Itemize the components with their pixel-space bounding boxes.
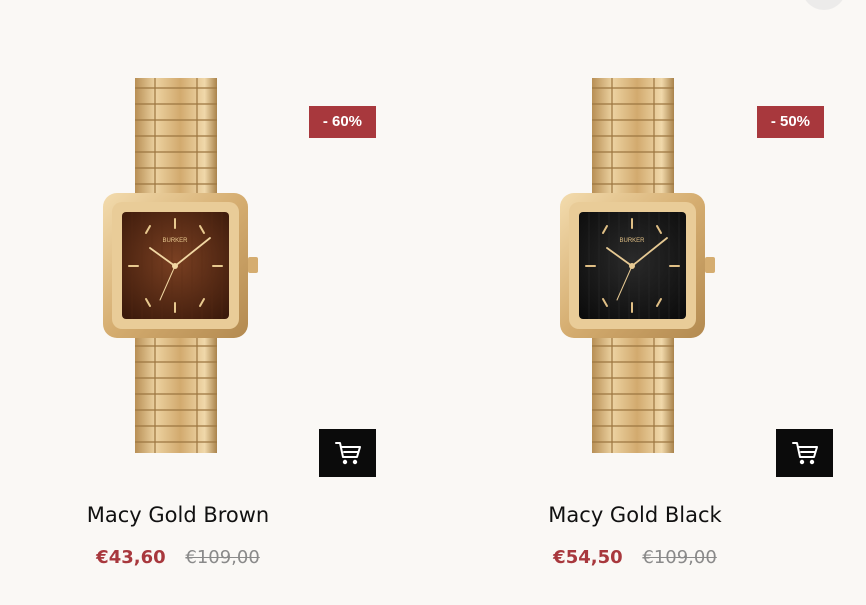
- sale-price: €54,50: [553, 547, 623, 568]
- product-card[interactable]: BURKER - 60% Macy Gold Brown €43,60 €109…: [0, 0, 400, 605]
- product-grid: BURKER - 60% Macy Gold Brown €43,60 €109…: [0, 0, 866, 605]
- add-to-cart-button[interactable]: [319, 429, 376, 477]
- product-image[interactable]: BURKER: [557, 78, 722, 453]
- svg-text:BURKER: BURKER: [162, 238, 188, 244]
- add-to-cart-button[interactable]: [776, 429, 833, 477]
- product-image[interactable]: BURKER: [100, 78, 265, 453]
- original-price: €109,00: [185, 547, 260, 568]
- product-image-area[interactable]: BURKER - 60%: [0, 40, 400, 490]
- original-price: €109,00: [642, 547, 717, 568]
- svg-text:BURKER: BURKER: [619, 238, 645, 244]
- product-name[interactable]: Macy Gold Brown: [0, 503, 356, 527]
- cart-icon: [334, 442, 361, 465]
- cart-icon: [791, 442, 818, 465]
- sale-price: €43,60: [96, 547, 166, 568]
- price-group: €54,50 €109,00: [457, 547, 813, 568]
- product-name[interactable]: Macy Gold Black: [457, 503, 813, 527]
- discount-badge: - 50%: [756, 106, 824, 138]
- price-group: €43,60 €109,00: [0, 547, 356, 568]
- product-card[interactable]: BURKER - 50% Macy Gold Black €54,50 €109…: [457, 0, 857, 605]
- product-image-area[interactable]: BURKER - 50%: [457, 40, 857, 490]
- discount-badge: - 60%: [308, 106, 376, 138]
